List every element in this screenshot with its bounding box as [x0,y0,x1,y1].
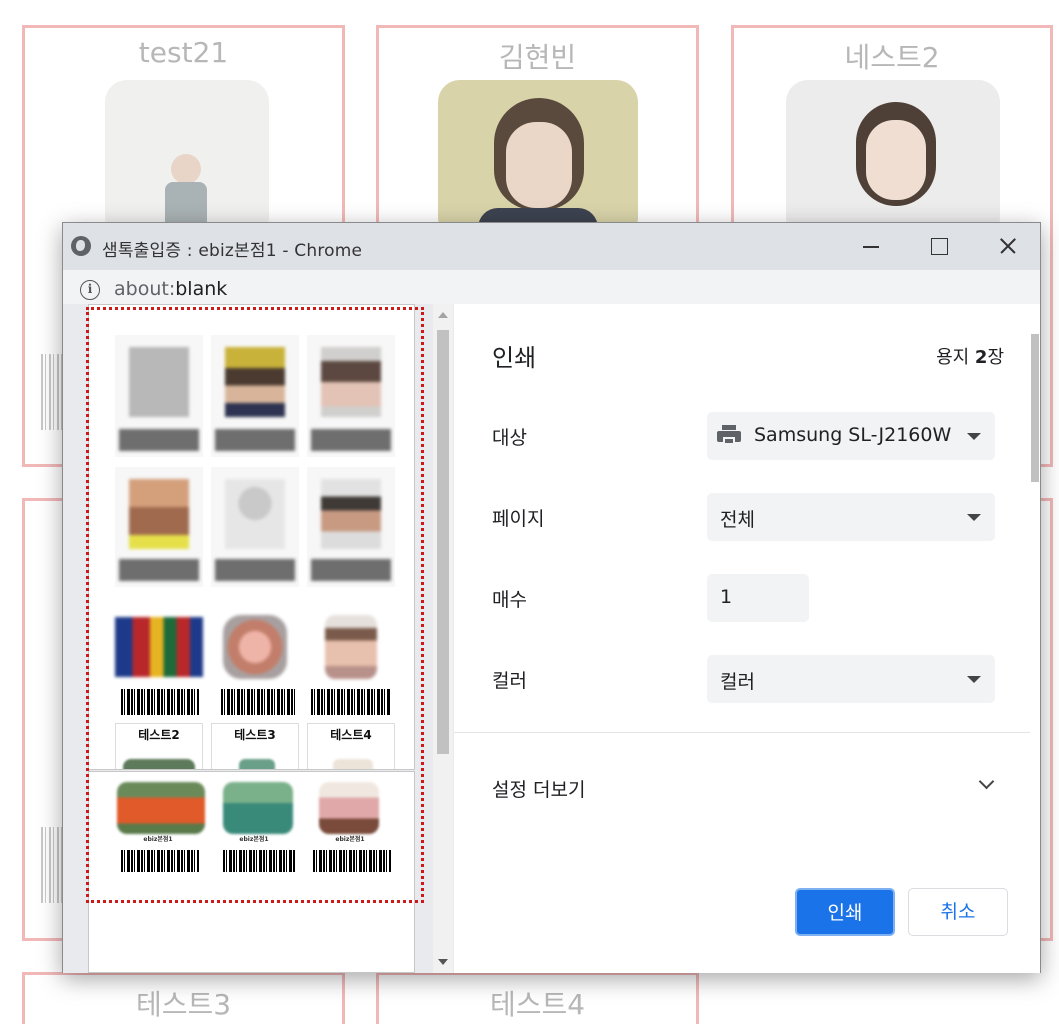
sheet-count-value: 2 [974,347,988,368]
sheet-count: 용지 2장 [936,343,1004,369]
barcode [223,850,295,872]
barcode [221,689,295,715]
print-button[interactable]: 인쇄 [795,888,895,936]
chevron-down-icon [967,676,981,683]
info-icon[interactable]: i [80,280,100,300]
card-photo [786,80,1000,240]
card-name: test21 [138,36,229,69]
divider [454,732,1030,733]
address-bar[interactable]: i about:blank [63,270,1040,304]
preview-scrollbar[interactable] [433,304,453,973]
destination-label: 대상 [492,427,527,449]
sheet-count-suffix: 장 [987,347,1004,368]
url-text: about:blank [114,278,227,300]
barcode [121,689,199,715]
url-path: blank [175,278,228,300]
copies-input[interactable]: 1 [707,574,809,622]
barcode [313,850,391,872]
pages-label: 페이지 [492,508,545,530]
more-settings-toggle[interactable]: 설정 더보기 [492,775,585,802]
preview-card-title: 테스트3 [234,728,276,742]
barcode [311,689,391,715]
preview-page-2: ebiz본점1 ebiz본점1 ebiz본점1 [88,771,415,973]
preview-card [307,467,395,587]
preview-card [115,335,203,457]
color-label: 컬러 [492,670,527,692]
print-settings-pane: 인쇄 용지 2장 대상 Samsung SL-J2160W 페이지 전체 매수 … [454,304,1040,973]
print-heading: 인쇄 [492,344,537,372]
print-dialog-window: 샘톡출입증 : ebiz본점1 - Chrome i about:blank 테… [62,222,1041,973]
sheet-count-prefix: 용지 [936,347,975,368]
window-title: 샘톡출입증 : ebiz본점1 - Chrome [102,241,363,261]
preview-card [115,467,203,587]
preview-card [211,467,299,587]
copies-label: 매수 [492,589,527,611]
preview-photo-strip [333,759,373,769]
cancel-button[interactable]: 취소 [908,888,1008,936]
preview-page-1: 테스트2 테스트3 테스트4 [88,304,415,770]
barcode [121,850,199,872]
close-button[interactable] [972,223,1040,270]
card-name: 김현빈 [498,41,577,74]
color-select[interactable]: 컬러 [707,655,995,703]
title-bar: 샘톡출입증 : ebiz본점1 - Chrome [63,223,1040,270]
card-test3: 테스트3 [22,972,345,1024]
print-preview-pane: 테스트2 테스트3 테스트4 ebiz본점1 ebiz본점1 ebiz본점1 [63,304,454,973]
preview-photo [117,782,205,834]
globe-icon [71,236,91,256]
preview-photo [319,782,379,834]
copies-value: 1 [720,586,733,608]
preview-photo-strip [123,759,195,769]
card-photo [438,80,638,240]
url-scheme: about: [114,278,176,300]
preview-card [211,335,299,457]
preview-card [307,335,395,457]
settings-scrollbar[interactable] [1029,304,1041,973]
pages-value: 전체 [720,509,755,531]
preview-branch-label: ebiz본점1 [335,836,365,843]
scrollbar-thumb[interactable] [1031,334,1039,482]
preview-card-title: 테스트4 [330,728,372,742]
card-name: 테스트3 [135,988,232,1021]
card-name: 테스트4 [489,988,586,1021]
pages-select[interactable]: 전체 [707,493,995,541]
destination-value: Samsung SL-J2160W [754,424,952,446]
preview-branch-label: ebiz본점1 [239,836,269,843]
scrollbar-thumb[interactable] [437,330,449,754]
color-value: 컬러 [720,671,755,693]
preview-branch-label: ebiz본점1 [143,836,173,843]
maximize-button[interactable] [904,223,972,270]
printer-icon [717,425,741,447]
destination-select[interactable]: Samsung SL-J2160W [707,412,995,460]
chevron-down-icon[interactable] [978,773,995,790]
preview-photo [223,782,293,834]
chevron-down-icon [967,514,981,521]
scroll-up-icon[interactable] [438,312,448,318]
minimize-button[interactable] [836,223,904,270]
card-name: 네스트2 [844,41,940,74]
card-photo [105,80,269,240]
scroll-down-icon[interactable] [438,959,448,965]
preview-card-title: 테스트2 [138,728,180,742]
preview-photo-strip [239,759,275,769]
chevron-down-icon [967,433,981,440]
card-test4: 테스트4 [376,972,699,1024]
